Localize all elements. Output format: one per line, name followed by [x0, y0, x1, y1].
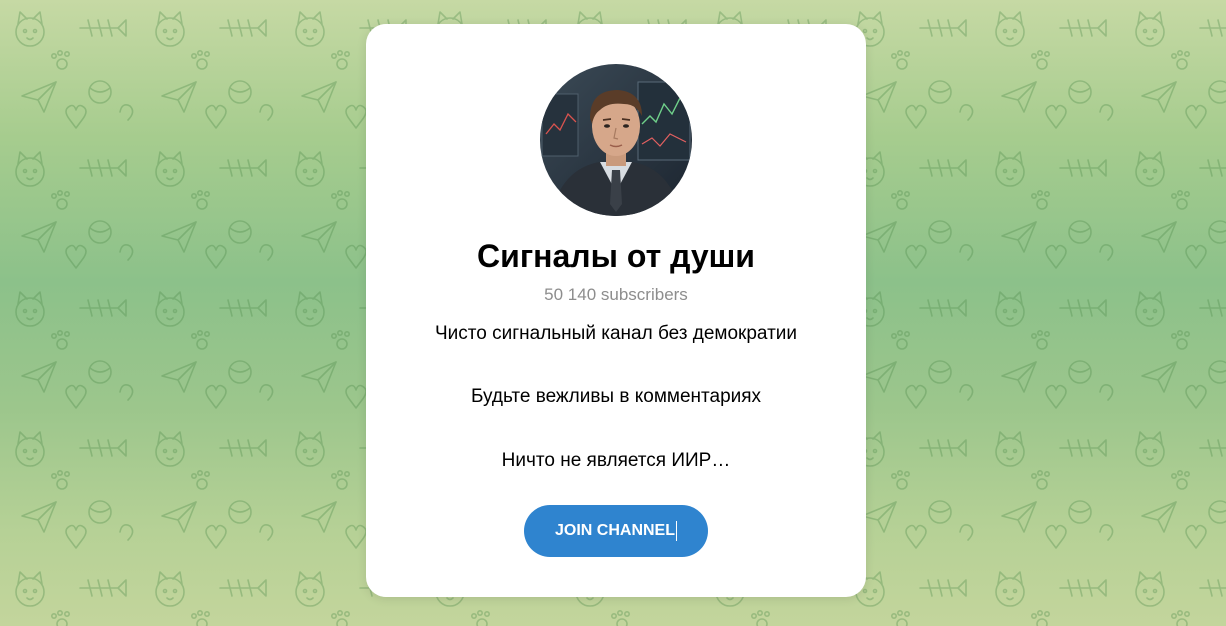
join-channel-button[interactable]: JOIN CHANNEL	[524, 505, 708, 557]
channel-description-line-3: Ничто не является ИИР…	[501, 450, 731, 471]
channel-avatar	[540, 64, 692, 216]
join-channel-label: JOIN CHANNEL	[554, 522, 675, 539]
text-cursor-icon	[676, 520, 677, 541]
subscriber-count: 50 140 subscribers	[544, 285, 688, 304]
channel-description-line-2: Будьте вежливы в комментариях	[470, 386, 762, 407]
channel-title: Сигналы от души	[477, 238, 755, 274]
channel-card: Сигналы от души 50 140 subscribers Чисто…	[366, 24, 866, 597]
channel-description-line-1: Чисто сигнальный канал без демократии	[434, 323, 797, 344]
avatar-image	[540, 64, 692, 216]
